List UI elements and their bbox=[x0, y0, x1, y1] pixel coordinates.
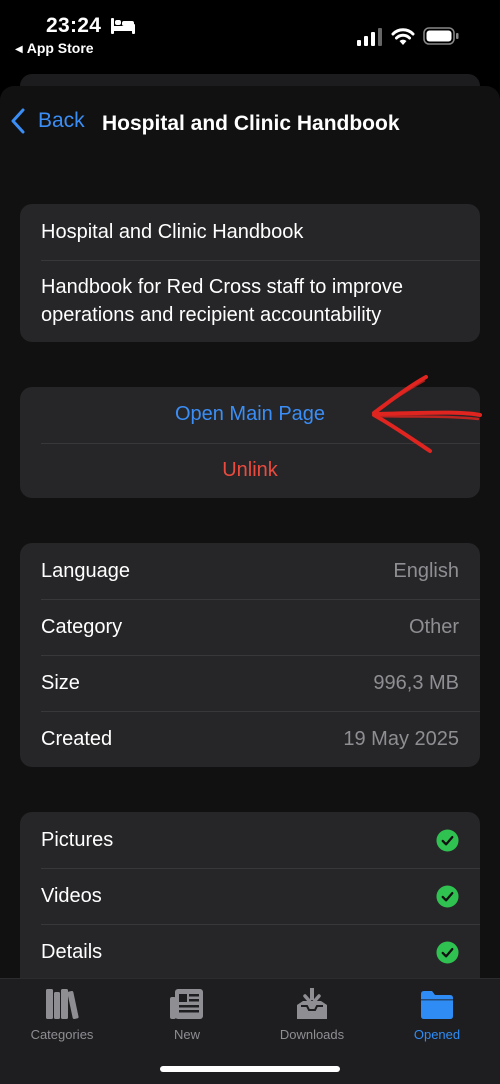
metadata-value: Other bbox=[408, 615, 459, 638]
metadata-group: Language English Category Other Size 996… bbox=[20, 543, 480, 767]
feature-row-pictures: Pictures bbox=[20, 812, 480, 868]
metadata-row-created: Created 19 May 2025 bbox=[20, 711, 480, 767]
feature-label: Videos bbox=[41, 884, 102, 907]
metadata-value: 19 May 2025 bbox=[343, 727, 459, 750]
tab-categories[interactable]: Categories bbox=[7, 987, 117, 1042]
metadata-value: English bbox=[393, 559, 459, 582]
checkmark-circle-icon bbox=[436, 940, 459, 964]
newspaper-icon bbox=[170, 989, 203, 1019]
back-triangle-icon: ◀ bbox=[15, 44, 23, 55]
checkmark-circle-icon bbox=[436, 828, 459, 852]
page-title: Hospital and Clinic Handbook bbox=[102, 112, 400, 135]
metadata-label: Language bbox=[41, 559, 130, 582]
zim-description-row: Handbook for Red Cross staff to improve … bbox=[20, 260, 480, 342]
back-to-app-store[interactable]: ◀ App Store bbox=[15, 40, 94, 56]
feature-row-videos: Videos bbox=[20, 868, 480, 924]
status-bar: 23:24 ◀ App Store bbox=[0, 0, 500, 70]
metadata-row-size: Size 996,3 MB bbox=[20, 655, 480, 711]
zim-description: Handbook for Red Cross staff to improve … bbox=[41, 276, 404, 326]
zim-title-row: Hospital and Clinic Handbook bbox=[20, 204, 480, 260]
back-app-label: App Store bbox=[26, 40, 94, 56]
battery-icon bbox=[423, 27, 459, 45]
home-indicator[interactable] bbox=[160, 1066, 340, 1072]
feature-label: Pictures bbox=[41, 828, 114, 851]
red-arrow-annotation-icon bbox=[372, 375, 482, 453]
navigation-bar: Back Hospital and Clinic Handbook bbox=[0, 86, 500, 162]
feature-row-details: Details bbox=[20, 924, 480, 980]
tab-opened[interactable]: Opened bbox=[382, 987, 492, 1042]
status-time: 23:24 bbox=[46, 14, 102, 37]
metadata-row-category: Category Other bbox=[20, 599, 480, 655]
back-button[interactable]: Back bbox=[10, 108, 85, 134]
tab-label: New bbox=[173, 1027, 200, 1042]
tab-new[interactable]: New bbox=[132, 987, 242, 1042]
tab-label: Categories bbox=[30, 1027, 94, 1042]
checkmark-circle-icon bbox=[436, 884, 459, 908]
detail-sheet: Back Hospital and Clinic Handbook Hospit… bbox=[0, 86, 500, 1084]
metadata-label: Category bbox=[41, 615, 123, 638]
tab-label: Opened bbox=[413, 1027, 461, 1042]
metadata-label: Size bbox=[41, 671, 80, 694]
folder-icon bbox=[421, 991, 453, 1019]
zim-title: Hospital and Clinic Handbook bbox=[41, 220, 304, 243]
bed-icon bbox=[111, 18, 135, 34]
metadata-label: Created bbox=[41, 727, 113, 750]
wifi-icon bbox=[391, 28, 415, 45]
tab-downloads[interactable]: Downloads bbox=[257, 987, 367, 1042]
metadata-row-language: Language English bbox=[20, 543, 480, 599]
tray-download-icon bbox=[297, 988, 327, 1019]
signal-icon bbox=[357, 28, 382, 46]
zim-info-group: Hospital and Clinic Handbook Handbook fo… bbox=[20, 204, 480, 342]
tab-label: Downloads bbox=[279, 1027, 345, 1042]
metadata-value: 996,3 MB bbox=[373, 671, 459, 694]
chevron-left-icon bbox=[11, 108, 25, 134]
feature-label: Details bbox=[41, 940, 103, 963]
books-icon bbox=[46, 989, 79, 1020]
back-button-label: Back bbox=[38, 109, 85, 132]
